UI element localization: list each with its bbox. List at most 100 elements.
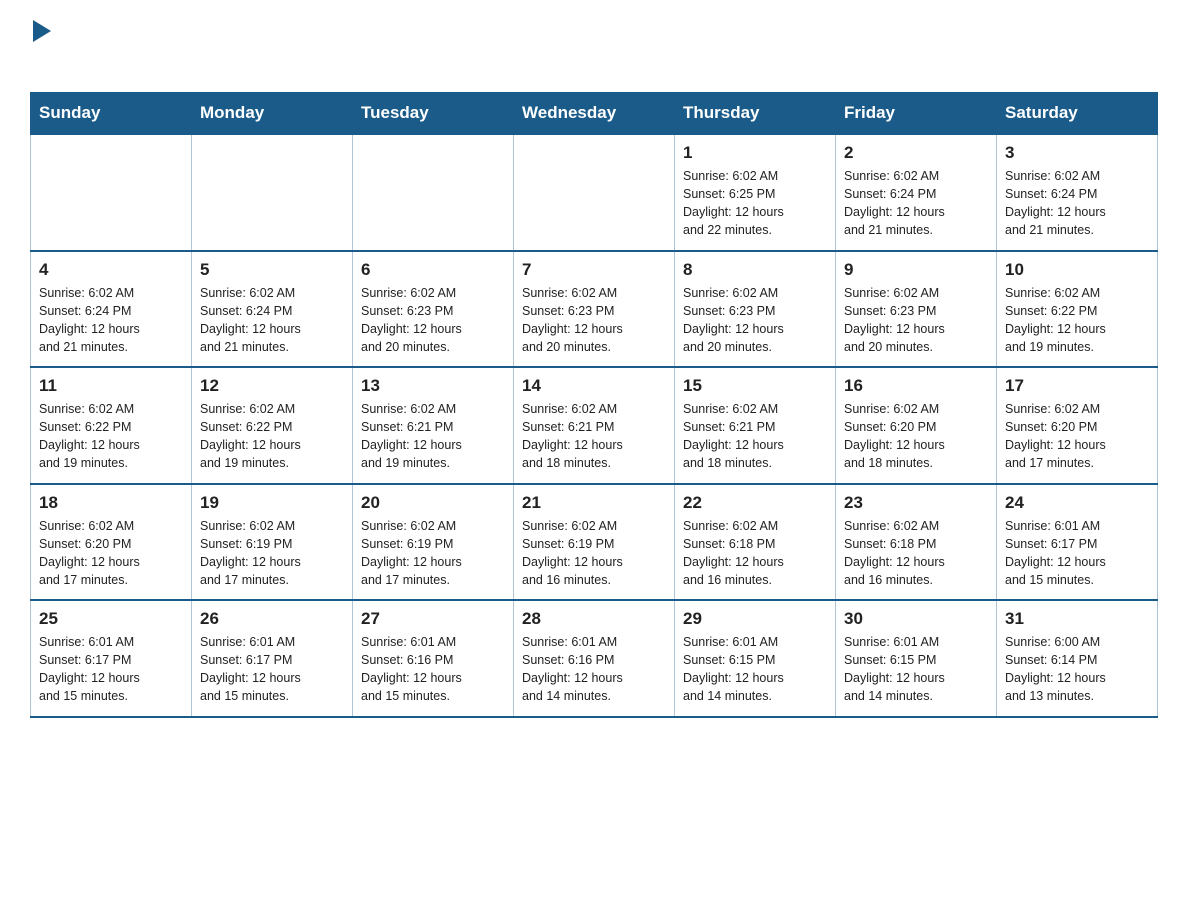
day-number: 26 — [200, 609, 344, 629]
day-number: 8 — [683, 260, 827, 280]
day-info: Sunrise: 6:00 AMSunset: 6:14 PMDaylight:… — [1005, 633, 1149, 706]
calendar-table: Sunday Monday Tuesday Wednesday Thursday… — [30, 92, 1158, 718]
table-row: 13 Sunrise: 6:02 AMSunset: 6:21 PMDayligh… — [353, 367, 514, 484]
table-row: 28 Sunrise: 6:01 AMSunset: 6:16 PMDayligh… — [514, 600, 675, 717]
day-number: 28 — [522, 609, 666, 629]
logo — [30, 20, 51, 74]
table-row: 25Sunrise: 6:01 AMSunset: 6:17 PMDayligh… — [31, 600, 192, 717]
calendar-week-row: 4Sunrise: 6:02 AMSunset: 6:24 PMDaylight… — [31, 251, 1158, 368]
day-info: Sunrise: 6:02 AMSunset: 6:23 PMDaylight:… — [361, 284, 505, 357]
day-info: Sunrise: 6:02 AMSunset: 6:24 PMDaylight:… — [39, 284, 183, 357]
table-row: 27Sunrise: 6:01 AMSunset: 6:16 PMDayligh… — [353, 600, 514, 717]
calendar-week-row: 25 Sunrise: 6:01 AMSunset: 6:17 PMDayligh… — [31, 600, 1158, 717]
table-row: 10 Sunrise: 6:02 AMSunset: 6:22 PMDayligh… — [997, 251, 1158, 368]
day-info: Sunrise: 6:01 AMSunset: 6:17 PMDaylight:… — [200, 633, 344, 706]
day-info: Sunrise: 6:02 AMSunset: 6:21 PMDaylight:… — [361, 400, 505, 473]
day-info: Sunrise: 6:02 AMSunset: 6:24 PMDaylight:… — [1005, 167, 1149, 240]
col-wednesday: Wednesday — [514, 93, 675, 135]
logo-arrow-icon — [33, 20, 51, 42]
day-info: Sunrise: 6:02 AMSunset: 6:21 PMDaylight:… — [522, 400, 666, 473]
day-number: 30 — [844, 609, 988, 629]
col-saturday: Saturday — [997, 93, 1158, 135]
table-row: 21 Sunrise: 6:02 AMSunset: 6:19 PMDayligh… — [514, 484, 675, 601]
day-info: Sunrise: 6:02 AMSunset: 6:23 PMDaylight:… — [683, 284, 827, 357]
day-number: 5 — [200, 260, 344, 280]
table-row: 5 Sunrise: 6:02 AMSunset: 6:24 PMDaylight… — [192, 251, 353, 368]
day-info: Sunrise: 6:01 AMSunset: 6:16 PMDaylight:… — [522, 633, 666, 706]
day-info: Sunrise: 6:01 AMSunset: 6:16 PMDaylight:… — [361, 633, 505, 706]
table-row: 6 Sunrise: 6:02 AMSunset: 6:23 PMDaylight… — [353, 251, 514, 368]
day-info: Sunrise: 6:02 AMSunset: 6:24 PMDaylight:… — [200, 284, 344, 357]
day-number: 21 — [522, 493, 666, 513]
table-row: 3 Sunrise: 6:02 AMSunset: 6:24 PMDaylight… — [997, 134, 1158, 251]
day-number: 23 — [844, 493, 988, 513]
table-row: 7Sunrise: 6:02 AMSunset: 6:23 PMDaylight… — [514, 251, 675, 368]
col-thursday: Thursday — [675, 93, 836, 135]
day-number: 2 — [844, 143, 988, 163]
day-info: Sunrise: 6:02 AMSunset: 6:18 PMDaylight:… — [683, 517, 827, 590]
table-row: 8 Sunrise: 6:02 AMSunset: 6:23 PMDaylight… — [675, 251, 836, 368]
table-row: 26 Sunrise: 6:01 AMSunset: 6:17 PMDayligh… — [192, 600, 353, 717]
day-number: 22 — [683, 493, 827, 513]
day-info: Sunrise: 6:02 AMSunset: 6:18 PMDaylight:… — [844, 517, 988, 590]
col-sunday: Sunday — [31, 93, 192, 135]
table-row: 22 Sunrise: 6:02 AMSunset: 6:18 PMDayligh… — [675, 484, 836, 601]
table-row: 9 Sunrise: 6:02 AMSunset: 6:23 PMDaylight… — [836, 251, 997, 368]
table-row: 14 Sunrise: 6:02 AMSunset: 6:21 PMDayligh… — [514, 367, 675, 484]
day-info: Sunrise: 6:01 AMSunset: 6:15 PMDaylight:… — [844, 633, 988, 706]
table-row: 23 Sunrise: 6:02 AMSunset: 6:18 PMDayligh… — [836, 484, 997, 601]
day-number: 14 — [522, 376, 666, 396]
col-monday: Monday — [192, 93, 353, 135]
table-row: 11 Sunrise: 6:02 AMSunset: 6:22 PMDayligh… — [31, 367, 192, 484]
day-number: 29 — [683, 609, 827, 629]
day-info: Sunrise: 6:02 AMSunset: 6:20 PMDaylight:… — [1005, 400, 1149, 473]
day-info: Sunrise: 6:02 AMSunset: 6:20 PMDaylight:… — [844, 400, 988, 473]
table-row: 2 Sunrise: 6:02 AMSunset: 6:24 PMDaylight… — [836, 134, 997, 251]
day-number: 9 — [844, 260, 988, 280]
calendar-week-row: 18 Sunrise: 6:02 AMSunset: 6:20 PMDayligh… — [31, 484, 1158, 601]
table-row: 31 Sunrise: 6:00 AMSunset: 6:14 PMDayligh… — [997, 600, 1158, 717]
table-row: 24 Sunrise: 6:01 AMSunset: 6:17 PMDayligh… — [997, 484, 1158, 601]
day-number: 6 — [361, 260, 505, 280]
day-number: 1 — [683, 143, 827, 163]
day-number: 24 — [1005, 493, 1149, 513]
table-row — [31, 134, 192, 251]
day-number: 13 — [361, 376, 505, 396]
day-number: 3 — [1005, 143, 1149, 163]
day-number: 20 — [361, 493, 505, 513]
table-row: 29 Sunrise: 6:01 AMSunset: 6:15 PMDayligh… — [675, 600, 836, 717]
table-row: 19Sunrise: 6:02 AMSunset: 6:19 PMDayligh… — [192, 484, 353, 601]
day-number: 18 — [39, 493, 183, 513]
table-row: 18 Sunrise: 6:02 AMSunset: 6:20 PMDayligh… — [31, 484, 192, 601]
day-number: 31 — [1005, 609, 1149, 629]
day-number: 25 — [39, 609, 183, 629]
day-info: Sunrise: 6:02 AMSunset: 6:22 PMDaylight:… — [39, 400, 183, 473]
day-info: Sunrise: 6:02 AMSunset: 6:19 PMDaylight:… — [361, 517, 505, 590]
day-info: Sunrise: 6:02 AMSunset: 6:22 PMDaylight:… — [1005, 284, 1149, 357]
day-info: Sunrise: 6:02 AMSunset: 6:19 PMDaylight:… — [522, 517, 666, 590]
table-row — [514, 134, 675, 251]
table-row: 15Sunrise: 6:02 AMSunset: 6:21 PMDayligh… — [675, 367, 836, 484]
page-header — [30, 20, 1158, 74]
table-row: 20 Sunrise: 6:02 AMSunset: 6:19 PMDayligh… — [353, 484, 514, 601]
calendar-week-row: 11 Sunrise: 6:02 AMSunset: 6:22 PMDayligh… — [31, 367, 1158, 484]
day-number: 7 — [522, 260, 666, 280]
day-info: Sunrise: 6:01 AMSunset: 6:15 PMDaylight:… — [683, 633, 827, 706]
col-friday: Friday — [836, 93, 997, 135]
day-info: Sunrise: 6:02 AMSunset: 6:20 PMDaylight:… — [39, 517, 183, 590]
calendar-header-row: Sunday Monday Tuesday Wednesday Thursday… — [31, 93, 1158, 135]
table-row: 12Sunrise: 6:02 AMSunset: 6:22 PMDayligh… — [192, 367, 353, 484]
day-number: 17 — [1005, 376, 1149, 396]
day-number: 15 — [683, 376, 827, 396]
day-number: 11 — [39, 376, 183, 396]
day-info: Sunrise: 6:02 AMSunset: 6:24 PMDaylight:… — [844, 167, 988, 240]
table-row — [192, 134, 353, 251]
table-row: 17 Sunrise: 6:02 AMSunset: 6:20 PMDayligh… — [997, 367, 1158, 484]
day-info: Sunrise: 6:02 AMSunset: 6:23 PMDaylight:… — [844, 284, 988, 357]
day-info: Sunrise: 6:01 AMSunset: 6:17 PMDaylight:… — [1005, 517, 1149, 590]
col-tuesday: Tuesday — [353, 93, 514, 135]
day-number: 10 — [1005, 260, 1149, 280]
day-info: Sunrise: 6:02 AMSunset: 6:25 PMDaylight:… — [683, 167, 827, 240]
day-number: 12 — [200, 376, 344, 396]
day-info: Sunrise: 6:02 AMSunset: 6:19 PMDaylight:… — [200, 517, 344, 590]
